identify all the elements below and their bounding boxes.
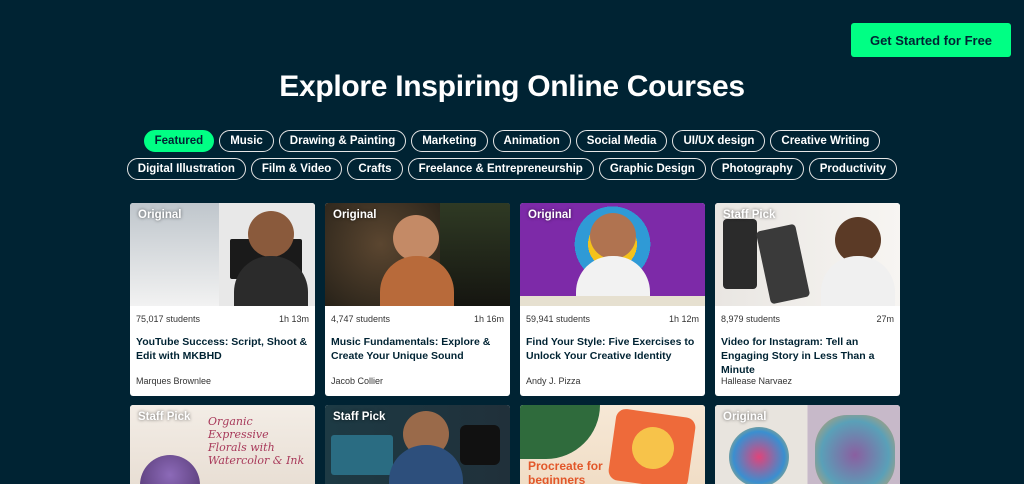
category-chip-music[interactable]: Music bbox=[219, 130, 274, 152]
course-duration: 1h 16m bbox=[473, 314, 504, 324]
course-duration: 1h 12m bbox=[668, 314, 699, 324]
course-thumbnail: Procreate for beginners bbox=[520, 405, 705, 484]
course-author: Jacob Collier bbox=[331, 376, 384, 386]
course-badge: Staff Pick bbox=[723, 209, 776, 221]
category-chip-crafts[interactable]: Crafts bbox=[347, 158, 403, 180]
student-count: 8,979 students bbox=[721, 314, 781, 324]
category-chip-featured[interactable]: Featured bbox=[143, 130, 215, 152]
category-row-2: Digital Illustration Film & Video Crafts… bbox=[0, 158, 1024, 180]
student-count: 59,941 students bbox=[526, 314, 591, 324]
course-thumbnail: Staff Pick Organic Expressive Florals wi… bbox=[130, 405, 315, 484]
category-chip-ui-ux-design[interactable]: UI/UX design bbox=[672, 130, 766, 152]
course-badge: Original bbox=[528, 209, 572, 221]
get-started-button[interactable]: Get Started for Free bbox=[851, 23, 1011, 57]
course-grid: Original 75,017 students 1h 13m YouTube … bbox=[130, 203, 900, 484]
category-row-1: Featured Music Drawing & Painting Market… bbox=[0, 130, 1024, 152]
course-card[interactable]: Original 4,747 students 1h 16m Music Fun… bbox=[325, 203, 510, 396]
course-thumbnail: Original bbox=[715, 405, 900, 484]
course-thumbnail: Original bbox=[520, 203, 705, 306]
category-chip-drawing-painting[interactable]: Drawing & Painting bbox=[278, 130, 407, 152]
course-author: Hallease Narvaez bbox=[721, 376, 793, 386]
category-chip-creative-writing[interactable]: Creative Writing bbox=[770, 130, 881, 152]
course-thumbnail: Original bbox=[325, 203, 510, 306]
page-title: Explore Inspiring Online Courses bbox=[279, 70, 745, 103]
course-card[interactable]: Original 75,017 students 1h 13m YouTube … bbox=[130, 203, 315, 396]
course-card[interactable]: Original 59,941 students 1h 12m Find You… bbox=[520, 203, 705, 396]
course-badge: Original bbox=[333, 209, 377, 221]
category-chip-social-media[interactable]: Social Media bbox=[575, 130, 668, 152]
thumbnail-text: Procreate for beginners bbox=[528, 459, 603, 484]
category-chip-film-video[interactable]: Film & Video bbox=[250, 158, 343, 180]
course-badge: Staff Pick bbox=[333, 411, 386, 423]
course-title: Find Your Style: Five Exercises to Unloc… bbox=[526, 336, 695, 362]
student-count: 4,747 students bbox=[331, 314, 391, 324]
course-author: Marques Brownlee bbox=[136, 376, 212, 386]
course-title: Video for Instagram: Tell an Engaging St… bbox=[721, 336, 875, 376]
course-card[interactable]: Original bbox=[715, 405, 900, 484]
course-duration: 1h 13m bbox=[278, 314, 309, 324]
course-badge: Original bbox=[138, 209, 182, 221]
category-chip-digital-illustration[interactable]: Digital Illustration bbox=[126, 158, 246, 180]
course-thumbnail: Original bbox=[130, 203, 315, 306]
category-chip-photography[interactable]: Photography bbox=[710, 158, 804, 180]
category-chip-animation[interactable]: Animation bbox=[492, 130, 571, 152]
category-chip-graphic-design[interactable]: Graphic Design bbox=[598, 158, 706, 180]
category-chip-productivity[interactable]: Productivity bbox=[808, 158, 898, 180]
student-count: 75,017 students bbox=[136, 314, 201, 324]
course-title: Music Fundamentals: Explore & Create You… bbox=[331, 336, 491, 362]
course-title: YouTube Success: Script, Shoot & Edit wi… bbox=[136, 336, 308, 362]
category-chip-freelance[interactable]: Freelance & Entrepreneurship bbox=[407, 158, 594, 180]
course-card[interactable]: Staff Pick 8,979 students 27m Video for … bbox=[715, 203, 900, 396]
course-author: Andy J. Pizza bbox=[526, 376, 581, 386]
course-thumbnail: Staff Pick bbox=[325, 405, 510, 484]
course-card[interactable]: Procreate for beginners bbox=[520, 405, 705, 484]
thumbnail-text: Organic Expressive Florals with Watercol… bbox=[208, 415, 305, 467]
course-card[interactable]: Staff Pick Organic Expressive Florals wi… bbox=[130, 405, 315, 484]
course-card[interactable]: Staff Pick bbox=[325, 405, 510, 484]
course-badge: Staff Pick bbox=[138, 411, 191, 423]
category-chip-marketing[interactable]: Marketing bbox=[411, 130, 488, 152]
course-badge: Original bbox=[723, 411, 767, 423]
course-duration: 27m bbox=[876, 314, 894, 324]
course-thumbnail: Staff Pick bbox=[715, 203, 900, 306]
